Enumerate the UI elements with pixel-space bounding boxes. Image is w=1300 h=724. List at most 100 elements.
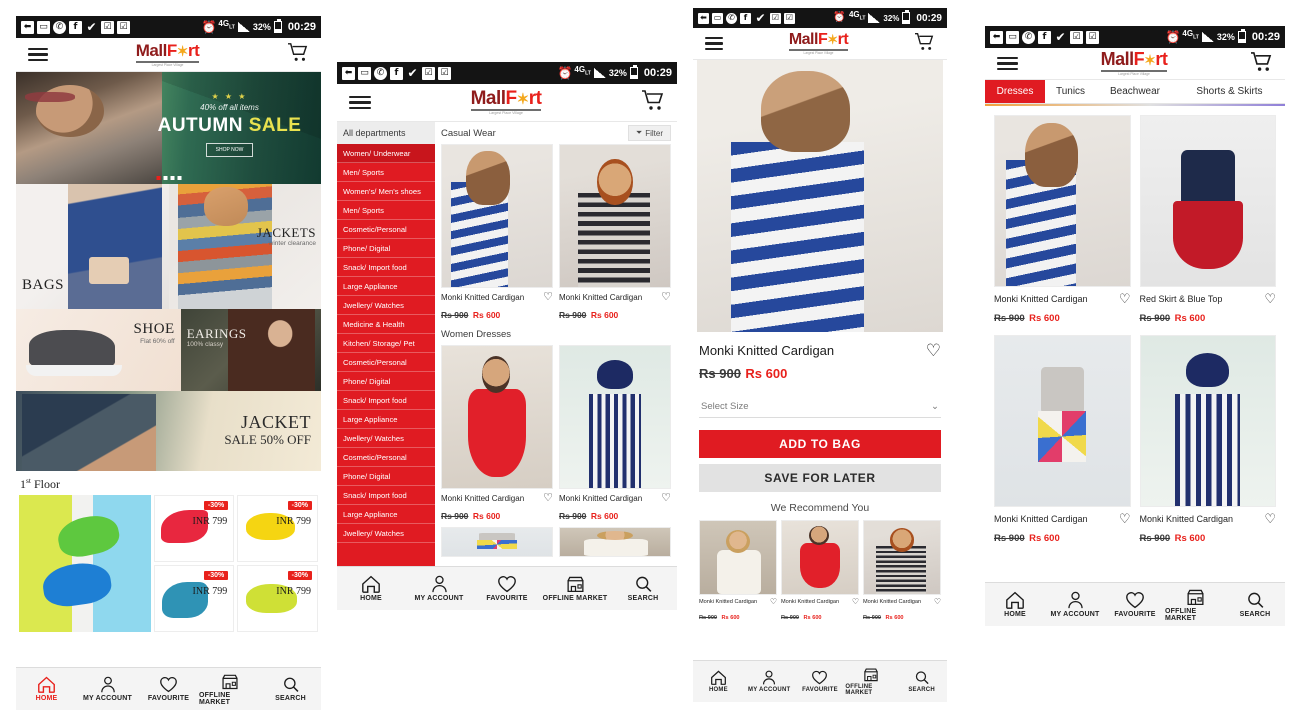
nav-home[interactable]: HOME	[337, 567, 405, 610]
department-item[interactable]: Cosmetic/Personal	[337, 220, 435, 239]
size-selector[interactable]: Select Size ⌄	[699, 396, 941, 418]
department-item[interactable]: Snack/ Import food	[337, 258, 435, 277]
hero-carousel-dots[interactable]	[156, 176, 181, 180]
department-item[interactable]: Women/ Underwear	[337, 144, 435, 163]
cart-icon[interactable]	[1250, 51, 1273, 77]
menu-icon[interactable]	[997, 56, 1018, 71]
crocs-promo-tile[interactable]	[19, 495, 151, 632]
department-item[interactable]: Phone/ Digital	[337, 372, 435, 391]
nav-my-account[interactable]: MY ACCOUNT	[1045, 583, 1105, 626]
department-item[interactable]: Phone/ Digital	[337, 467, 435, 486]
nav-home[interactable]: HOME	[985, 583, 1045, 626]
product-card[interactable]: Monki Knitted Cardigan ♡ Rs 900 Rs 600	[863, 520, 941, 624]
nav-my-account[interactable]: MY ACCOUNT	[77, 668, 138, 710]
category-tile-jackets[interactable]: JACKETS winter clearance	[168, 184, 321, 309]
product-hero-image[interactable]	[697, 60, 943, 332]
product-card[interactable]: Monki Knitted Cardigan ♡ Rs 900 Rs 600	[699, 520, 777, 624]
nav-favourite[interactable]: FAVOURITE	[795, 661, 846, 702]
menu-icon[interactable]	[705, 37, 723, 50]
product-card[interactable]: Monki Knitted Cardigan ♡ Rs 900 Rs 600	[441, 345, 553, 524]
favourite-icon[interactable]: ♡	[1264, 292, 1276, 305]
nav-favourite[interactable]: FAVOURITE	[473, 567, 541, 610]
menu-icon[interactable]	[28, 47, 48, 62]
cart-icon[interactable]	[287, 42, 309, 67]
nav-home[interactable]: HOME	[693, 661, 744, 702]
department-item[interactable]: Jwellery/ Watches	[337, 524, 435, 543]
product-card[interactable]: Monki Knitted Cardigan ♡ Rs 900 Rs 600	[1139, 335, 1276, 546]
favourite-icon[interactable]: ♡	[1119, 512, 1131, 525]
department-item[interactable]: Women's/ Men's shoes	[337, 182, 435, 201]
nav-home[interactable]: HOME	[16, 668, 77, 710]
shoe-product-cell[interactable]: -30% INR 799	[153, 495, 235, 562]
menu-icon[interactable]	[349, 95, 371, 110]
product-card[interactable]: Red Skirt & Blue Top ♡ Rs 900 Rs 600	[1139, 115, 1276, 326]
product-card[interactable]: Monki Knitted Cardigan ♡ Rs 900 Rs 600	[441, 144, 553, 323]
department-item[interactable]: Large Appliance	[337, 410, 435, 429]
cart-icon[interactable]	[641, 89, 665, 116]
category-tile-jacket-sale[interactable]: JACKET SALE 50% OFF	[16, 391, 321, 471]
product-card[interactable]: Monki Knitted Cardigan ♡ Rs 900 Rs 600	[781, 520, 859, 624]
favourite-icon[interactable]: ♡	[543, 493, 553, 504]
department-item[interactable]: Snack/ Import food	[337, 486, 435, 505]
nav-offline-market[interactable]: OFFLINE MARKET	[1165, 583, 1225, 626]
department-item[interactable]: Large Appliance	[337, 277, 435, 296]
favourite-icon[interactable]: ♡	[1264, 512, 1276, 525]
shoe-product-cell[interactable]: -30% INR 799	[237, 495, 318, 562]
nav-favourite[interactable]: FAVOURITE	[1105, 583, 1165, 626]
save-for-later-button[interactable]: SAVE FOR LATER	[699, 464, 941, 492]
product-card[interactable]: Monki Knitted Cardigan ♡ Rs 900 Rs 600	[994, 335, 1131, 546]
add-to-bag-button[interactable]: ADD TO BAG	[699, 430, 941, 458]
favourite-icon[interactable]: ♡	[770, 598, 777, 606]
nav-search[interactable]: SEARCH	[609, 567, 677, 610]
favourite-icon[interactable]: ♡	[934, 598, 941, 606]
nav-offline-market[interactable]: OFFLINE MARKET	[845, 661, 896, 702]
nav-favourite[interactable]: FAVOURITE	[138, 668, 199, 710]
product-card[interactable]: Monki Knitted Cardigan ♡ Rs 900 Rs 600	[994, 115, 1131, 326]
nav-my-account[interactable]: MY ACCOUNT	[744, 661, 795, 702]
category-tile-bags[interactable]: BAGS	[16, 184, 169, 309]
favourite-icon[interactable]: ♡	[926, 342, 941, 359]
brand-logo[interactable]: MallF✶rt Largest Place Village	[1100, 50, 1168, 76]
department-item[interactable]: Kitchen/ Storage/ Pet	[337, 334, 435, 353]
nav-search[interactable]: SEARCH	[896, 661, 947, 702]
department-item[interactable]: Men/ Sports	[337, 201, 435, 220]
department-item[interactable]: Large Appliance	[337, 505, 435, 524]
favourite-icon[interactable]: ♡	[661, 292, 671, 303]
department-item[interactable]: Jwellery/ Watches	[337, 429, 435, 448]
nav-search[interactable]: SEARCH	[260, 668, 321, 710]
filter-button[interactable]: ⏷ Filter	[627, 125, 671, 141]
favourite-icon[interactable]: ♡	[543, 292, 553, 303]
shoe-product-cell[interactable]: -30% INR 799	[153, 565, 235, 632]
department-item[interactable]: Snack/ Import food	[337, 391, 435, 410]
shoe-product-cell[interactable]: -30% INR 799	[237, 565, 318, 632]
department-item[interactable]: Men/ Sports	[337, 163, 435, 182]
department-item[interactable]: Cosmetic/Personal	[337, 448, 435, 467]
brand-logo[interactable]: MallF✶rt Largest Place Village	[135, 42, 200, 67]
product-card[interactable]: Monki Knitted Cardigan ♡ Rs 900 Rs 600	[559, 144, 671, 323]
tab-dresses[interactable]: Dresses	[985, 80, 1045, 103]
favourite-icon[interactable]: ♡	[852, 598, 859, 606]
department-item[interactable]: Phone/ Digital	[337, 239, 435, 258]
departments-list[interactable]: Women/ Underwear Men/ Sports Women's/ Men'…	[337, 144, 435, 566]
brand-logo[interactable]: MallF✶rt Largest Place Village	[788, 31, 849, 55]
shop-now-button[interactable]: SHOP NOW	[205, 143, 254, 158]
department-item[interactable]: Medicine & Health	[337, 315, 435, 334]
tab-beachwear[interactable]: Beachwear	[1096, 80, 1174, 103]
nav-offline-market[interactable]: OFFLINE MARKET	[199, 668, 260, 710]
nav-search[interactable]: SEARCH	[1225, 583, 1285, 626]
category-tile-earings[interactable]: EARINGS 100% classy	[180, 309, 321, 391]
favourite-icon[interactable]: ♡	[1119, 292, 1131, 305]
tab-tunics[interactable]: Tunics	[1045, 80, 1096, 103]
tab-shorts-skirts[interactable]: Shorts & Skirts	[1174, 80, 1285, 103]
hero-banner[interactable]: ★ ★ ★ 40% off all items AUTUMN SALE SHOP…	[16, 72, 321, 184]
category-tabs[interactable]: Dresses Tunics Beachwear Shorts & Skirts	[985, 80, 1285, 104]
category-tile-shoe[interactable]: SHOE Flat 60% off	[16, 309, 181, 391]
nav-offline-market[interactable]: OFFLINE MARKET	[541, 567, 609, 610]
brand-logo[interactable]: MallF✶rt Largest Place Village	[470, 89, 542, 116]
favourite-icon[interactable]: ♡	[661, 493, 671, 504]
department-item[interactable]: Jwellery/ Watches	[337, 296, 435, 315]
nav-my-account[interactable]: MY ACCOUNT	[405, 567, 473, 610]
department-item[interactable]: Cosmetic/Personal	[337, 353, 435, 372]
cart-icon[interactable]	[914, 32, 935, 56]
product-card[interactable]: Monki Knitted Cardigan ♡ Rs 900 Rs 600	[559, 345, 671, 524]
